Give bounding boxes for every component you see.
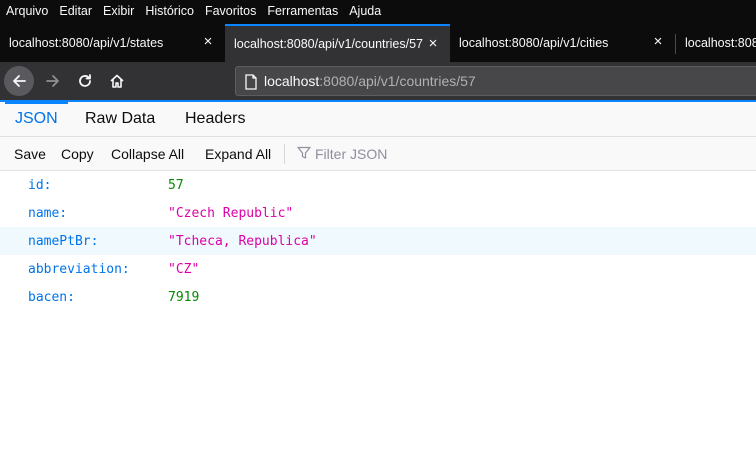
json-toolbar: Save Copy Collapse All Expand All Filter… (0, 137, 756, 171)
menu-bar: Arquivo Editar Exibir Histórico Favorito… (0, 0, 756, 22)
tab-title: localhost:8080/api/v1/cities (459, 36, 609, 50)
menu-favoritos[interactable]: Favoritos (199, 4, 256, 18)
viewer-tabs: JSON Raw Data Headers (0, 102, 756, 137)
json-row[interactable]: namePtBr: "Tcheca, Republica" (0, 227, 756, 255)
json-value: 57 (168, 178, 184, 193)
toolbar-separator (284, 144, 285, 164)
json-row[interactable]: bacen: 7919 (0, 283, 756, 311)
page-icon (245, 74, 257, 90)
tab-title: localhost:8080/api/v1/countries/57 (234, 37, 424, 51)
collapse-all-button[interactable]: Collapse All (111, 137, 184, 170)
tab-title: localhost:8080 (685, 36, 756, 50)
reload-icon (79, 74, 91, 87)
json-key: id: (28, 178, 52, 193)
json-value: "CZ" (168, 262, 200, 277)
url-path: :8080/api/v1/countries/57 (319, 73, 476, 89)
tab-partial[interactable]: localhost:8080 (676, 24, 756, 62)
json-key: abbreviation: (28, 262, 130, 277)
url-host: localhost (264, 73, 320, 89)
tab-states[interactable]: localhost:8080/api/v1/states × (0, 24, 225, 62)
tab-cities[interactable]: localhost:8080/api/v1/cities × (450, 24, 675, 62)
json-key: bacen: (28, 290, 75, 305)
json-row[interactable]: id: 57 (0, 171, 756, 199)
menu-ajuda[interactable]: Ajuda (343, 4, 381, 18)
close-icon[interactable]: × (426, 36, 440, 51)
url-text: localhost:8080/api/v1/countries/57 (264, 73, 476, 89)
menu-arquivo[interactable]: Arquivo (0, 4, 48, 18)
menu-ferramentas[interactable]: Ferramentas (261, 4, 338, 18)
tab-title: localhost:8080/api/v1/states (9, 36, 164, 50)
tab-strip: localhost:8080/api/v1/states × localhost… (0, 22, 756, 62)
json-tree: id: 57 name: "Czech Republic" namePtBr: … (0, 171, 756, 311)
json-row[interactable]: abbreviation: "CZ" (0, 255, 756, 283)
back-button[interactable] (4, 66, 34, 96)
json-value: "Tcheca, Republica" (168, 234, 317, 249)
filter-input[interactable]: Filter JSON (315, 137, 387, 170)
arrow-right-icon (46, 75, 59, 87)
copy-button[interactable]: Copy (61, 137, 94, 170)
menu-editar[interactable]: Editar (53, 4, 92, 18)
home-button[interactable] (102, 66, 132, 96)
close-icon[interactable]: × (201, 34, 215, 49)
save-button[interactable]: Save (14, 137, 46, 170)
home-icon (110, 74, 124, 88)
url-bar[interactable]: localhost:8080/api/v1/countries/57 (235, 66, 756, 96)
navigation-bar: localhost:8080/api/v1/countries/57 (0, 62, 756, 100)
menu-exibir[interactable]: Exibir (97, 4, 134, 18)
json-key: name: (28, 206, 68, 221)
tab-raw-data[interactable]: Raw Data (75, 102, 165, 136)
reload-button[interactable] (70, 66, 100, 96)
arrow-left-icon (13, 75, 26, 87)
json-value: "Czech Republic" (168, 206, 294, 221)
json-key: namePtBr: (28, 234, 99, 249)
tab-headers[interactable]: Headers (175, 102, 255, 136)
expand-all-button[interactable]: Expand All (205, 137, 271, 170)
tab-countries[interactable]: localhost:8080/api/v1/countries/57 × (225, 24, 450, 62)
close-icon[interactable]: × (651, 34, 665, 49)
json-row[interactable]: name: "Czech Republic" (0, 199, 756, 227)
tab-json[interactable]: JSON (5, 102, 68, 136)
forward-button[interactable] (38, 66, 68, 96)
filter-icon (297, 146, 311, 159)
menu-historico[interactable]: Histórico (139, 4, 194, 18)
json-value: 7919 (168, 290, 200, 305)
